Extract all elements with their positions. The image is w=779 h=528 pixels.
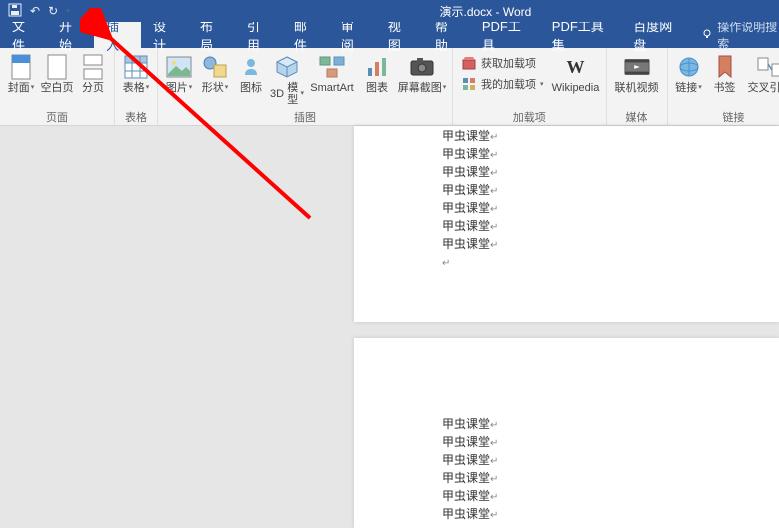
paragraph-mark: ↵ [490, 420, 498, 431]
pictures-icon [166, 54, 192, 80]
document-text[interactable]: 甲虫课堂↵ 甲虫课堂↵ 甲虫课堂↵ 甲虫课堂↵ 甲虫课堂↵ 甲虫课堂↵ 甲虫课堂… [442, 128, 498, 272]
chevron-down-icon: ▾ [225, 84, 229, 92]
chevron-down-icon: ▾ [540, 80, 544, 88]
save-icon[interactable] [8, 3, 22, 20]
icons-icon [238, 54, 264, 80]
tab-mailings[interactable]: 邮件 [282, 22, 329, 48]
tab-layout[interactable]: 布局 [188, 22, 235, 48]
link-button[interactable]: 链接▾ [672, 50, 706, 94]
store-icon [461, 55, 477, 71]
tab-help[interactable]: 帮助 [423, 22, 470, 48]
tab-review[interactable]: 审阅 [329, 22, 376, 48]
table-icon [123, 54, 149, 80]
group-label-illustrations: 插图 [294, 109, 316, 125]
undo-icon[interactable]: ↶ [30, 4, 40, 18]
tab-view[interactable]: 视图 [376, 22, 423, 48]
group-addins: 获取加载项 我的加载项 ▾ W Wikipedia 加载项 [453, 48, 607, 125]
wikipedia-button[interactable]: W Wikipedia [550, 50, 602, 94]
get-addins-button[interactable]: 获取加载项 [457, 53, 548, 73]
chevron-down-icon: ▾ [698, 84, 702, 92]
chevron-down-icon: ▾ [31, 84, 35, 92]
paragraph-mark: ↵ [490, 474, 498, 485]
document-text[interactable]: 甲虫课堂↵ 甲虫课堂↵ 甲虫课堂↵ 甲虫课堂↵ 甲虫课堂↵ 甲虫课堂↵ [442, 416, 498, 524]
document-area[interactable]: 甲虫课堂↵ 甲虫课堂↵ 甲虫课堂↵ 甲虫课堂↵ 甲虫课堂↵ 甲虫课堂↵ 甲虫课堂… [0, 126, 779, 528]
page-break-icon [80, 54, 106, 80]
wikipedia-icon: W [563, 54, 589, 80]
page-1[interactable]: 甲虫课堂↵ 甲虫课堂↵ 甲虫课堂↵ 甲虫课堂↵ 甲虫课堂↵ 甲虫课堂↵ 甲虫课堂… [354, 126, 779, 322]
tab-references[interactable]: 引用 [235, 22, 282, 48]
page-2[interactable]: 甲虫课堂↵ 甲虫课堂↵ 甲虫课堂↵ 甲虫课堂↵ 甲虫课堂↵ 甲虫课堂↵ [354, 338, 779, 528]
cover-page-button[interactable]: 封面▾ [4, 50, 38, 94]
tab-pdf-toolset[interactable]: PDF工具集 [540, 22, 621, 48]
tell-me-search[interactable]: 操作说明搜索 [691, 22, 779, 48]
title-bar: ↶ ↻ ▾ 演示.docx - Word [0, 0, 779, 22]
paragraph-mark: ↵ [490, 510, 498, 521]
my-addins-button[interactable]: 我的加载项 ▾ [457, 74, 548, 94]
paragraph-mark: ↵ [442, 258, 450, 269]
group-label-addins: 加载项 [513, 109, 546, 125]
lightbulb-icon [701, 28, 713, 43]
bookmark-button[interactable]: 书签 [708, 50, 742, 94]
paragraph-mark: ↵ [490, 456, 498, 467]
group-links: 链接▾ 书签 交叉引用 链接 [668, 48, 779, 125]
smartart-icon [319, 54, 345, 80]
paragraph-mark: ↵ [490, 186, 498, 197]
cross-reference-button[interactable]: 交叉引用 [744, 50, 779, 94]
shapes-icon [202, 54, 228, 80]
video-icon [624, 54, 650, 80]
paragraph-mark: ↵ [490, 168, 498, 179]
paragraph-mark: ↵ [490, 204, 498, 215]
shapes-button[interactable]: 形状▾ [198, 50, 232, 94]
paragraph-mark: ↵ [490, 438, 498, 449]
cross-ref-icon [757, 54, 779, 80]
smartart-button[interactable]: SmartArt [306, 50, 358, 94]
redo-icon[interactable]: ↻ [48, 4, 58, 18]
chart-button[interactable]: 图表 [360, 50, 394, 94]
qat-customize-icon[interactable]: ▾ [66, 7, 70, 15]
link-icon [676, 54, 702, 80]
ribbon: 封面▾ 空白页 分页 页面 表格▾ 表格 图片▾ [0, 48, 779, 126]
pictures-button[interactable]: 图片▾ [162, 50, 196, 94]
paragraph-mark: ↵ [490, 150, 498, 161]
chevron-down-icon: ▾ [300, 90, 304, 98]
3d-models-button[interactable]: 3D模型▾ [270, 50, 304, 106]
group-illustrations: 图片▾ 形状▾ 图标 3D模型▾ SmartArt 图表 [158, 48, 453, 125]
tab-insert[interactable]: 插入 [94, 22, 141, 48]
table-button[interactable]: 表格▾ [119, 50, 153, 94]
group-label-media: 媒体 [626, 109, 648, 125]
online-video-button[interactable]: 联机视频 [611, 50, 663, 94]
icons-button[interactable]: 图标 [234, 50, 268, 94]
tab-file[interactable]: 文件 [0, 22, 47, 48]
paragraph-mark: ↵ [490, 240, 498, 251]
paragraph-mark: ↵ [490, 132, 498, 143]
3d-icon [274, 54, 300, 80]
tab-baidu[interactable]: 百度网盘 [621, 22, 691, 48]
ribbon-tabs: 文件 开始 插入 设计 布局 引用 邮件 审阅 视图 帮助 PDF工具 PDF工… [0, 22, 779, 48]
tab-home[interactable]: 开始 [47, 22, 94, 48]
addins-icon [461, 76, 477, 92]
bookmark-icon [712, 54, 738, 80]
camera-icon [409, 54, 435, 80]
group-label-tables: 表格 [125, 109, 147, 125]
group-pages: 封面▾ 空白页 分页 页面 [0, 48, 115, 125]
paragraph-mark: ↵ [490, 222, 498, 233]
tab-pdf-tools[interactable]: PDF工具 [470, 22, 540, 48]
page-break-button[interactable]: 分页 [76, 50, 110, 94]
blank-page-button[interactable]: 空白页 [40, 50, 74, 94]
chevron-down-icon: ▾ [146, 84, 150, 92]
screenshot-button[interactable]: 屏幕截图▾ [396, 50, 448, 94]
paragraph-mark: ↵ [490, 492, 498, 503]
chart-icon [364, 54, 390, 80]
group-media: 联机视频 媒体 [607, 48, 668, 125]
cover-page-icon [8, 54, 34, 80]
group-label-links: 链接 [723, 109, 745, 125]
blank-page-icon [44, 54, 70, 80]
chevron-down-icon: ▾ [443, 84, 447, 92]
group-label-pages: 页面 [46, 109, 68, 125]
chevron-down-icon: ▾ [189, 84, 193, 92]
group-tables: 表格▾ 表格 [115, 48, 158, 125]
window-title: 演示.docx - Word [440, 3, 532, 20]
tab-design[interactable]: 设计 [141, 22, 188, 48]
